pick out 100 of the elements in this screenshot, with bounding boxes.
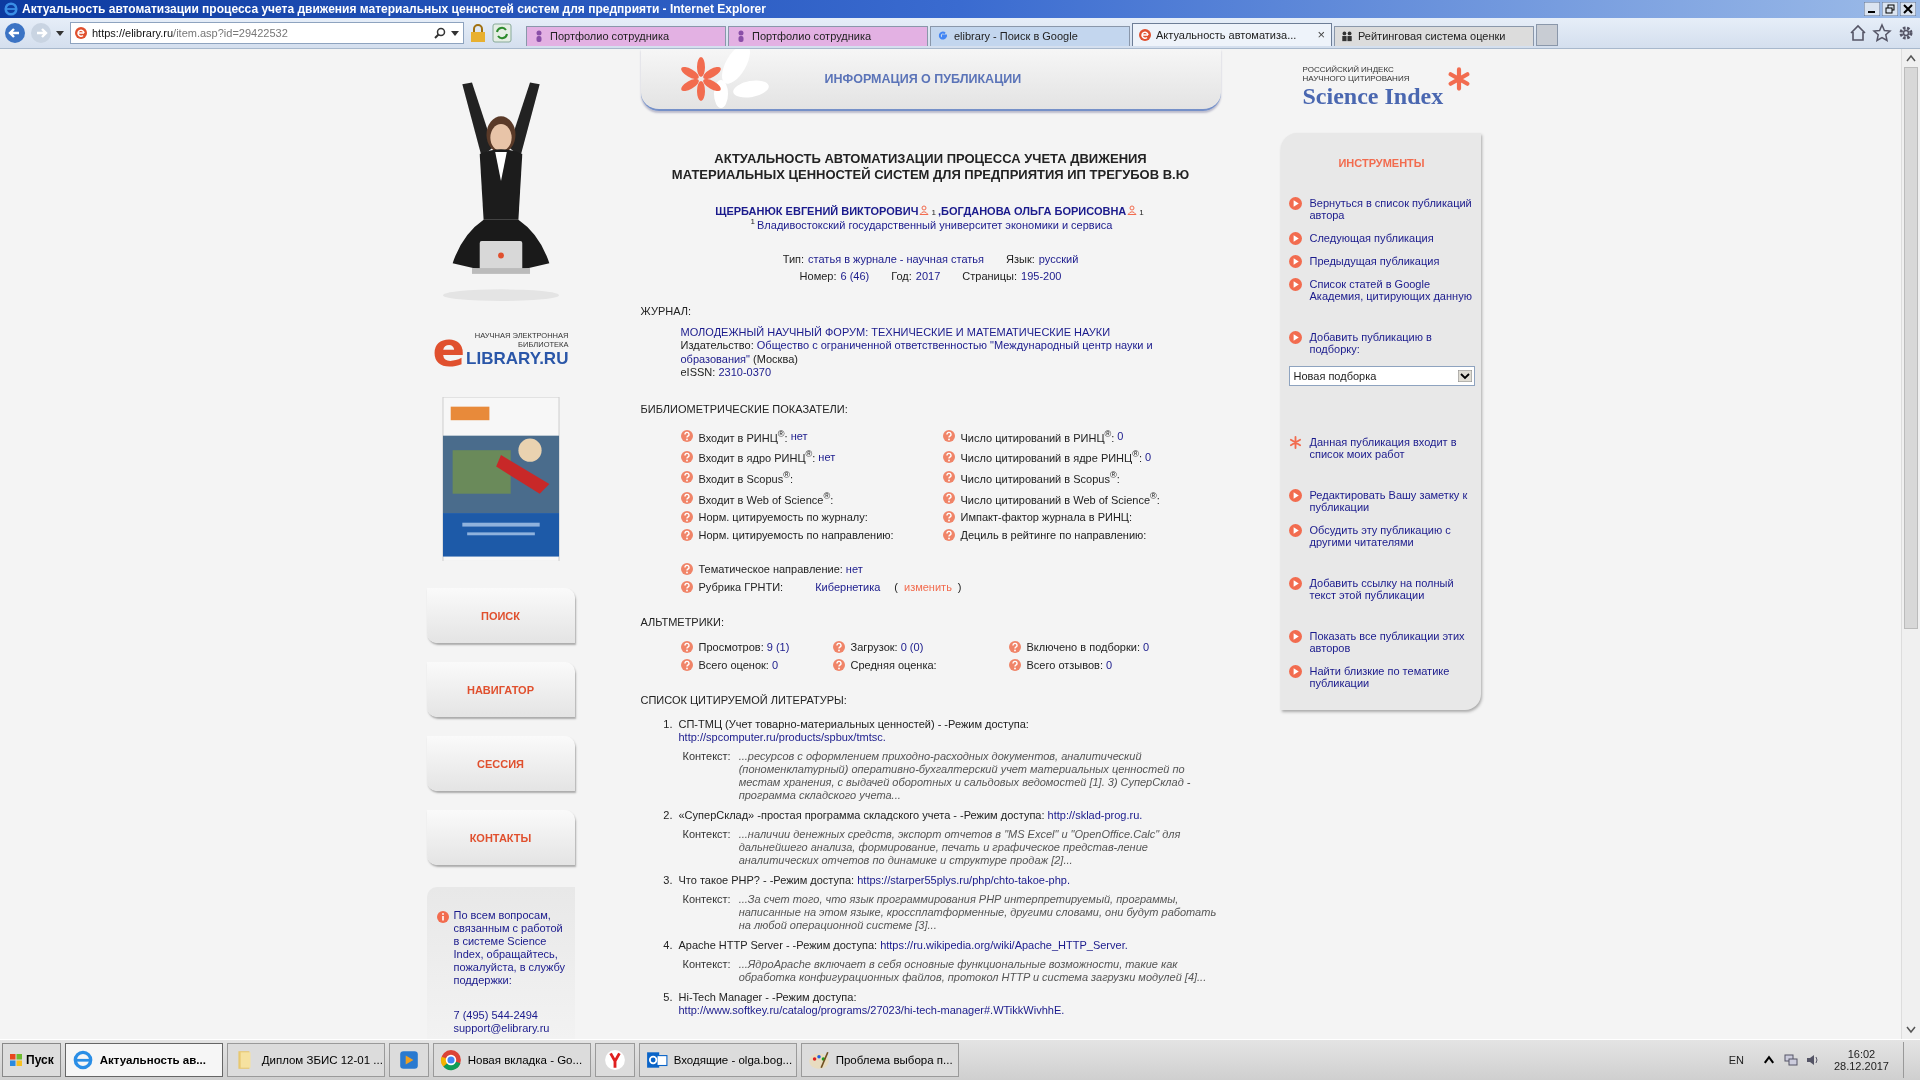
start-button[interactable]: Пуск — [2, 1043, 61, 1077]
tool-link[interactable]: Вернуться в список публикаций автора — [1309, 196, 1475, 222]
tool-link[interactable]: Данная публикация входит в список моих работ — [1309, 435, 1475, 461]
context-label: Контекст: — [682, 958, 731, 973]
help-icon[interactable] — [680, 511, 693, 524]
browser-tab[interactable]: Рейтинговая система оценки — [1334, 25, 1534, 46]
palette-icon — [807, 1049, 830, 1071]
taskbar-button[interactable] — [594, 1043, 635, 1077]
language-indicator[interactable]: EN — [1728, 1054, 1744, 1066]
refresh-icon[interactable] — [492, 22, 512, 43]
volume-icon[interactable] — [1805, 1053, 1820, 1067]
collection-select[interactable]: Новая подборка — [1288, 365, 1475, 386]
tool-link[interactable]: Добавить публикацию в подборку: — [1309, 330, 1475, 356]
paren: ( — [894, 581, 898, 594]
network-icon[interactable] — [1783, 1053, 1798, 1067]
help-icon[interactable] — [1008, 659, 1021, 672]
tool-link[interactable]: Редактировать Вашу заметку к публикации — [1309, 488, 1475, 514]
tool-link[interactable]: Найти близкие по тематике публикации — [1309, 664, 1475, 690]
meta-value: 6 (46) — [840, 269, 870, 282]
help-icon[interactable] — [942, 491, 955, 504]
dropdown-icon — [1457, 369, 1472, 382]
affiliation-mark: 1 — [750, 216, 755, 226]
help-icon[interactable] — [942, 429, 955, 442]
help-icon[interactable] — [832, 641, 845, 654]
asterisk-icon — [1288, 435, 1302, 449]
meta-label: Страницы: — [962, 269, 1018, 282]
affiliation-link[interactable]: Владивостокский государственный университет экономики и сервиса — [757, 218, 1113, 231]
search-icon[interactable] — [434, 26, 446, 39]
tool-link[interactable]: Обсудить эту публикацию с другими читателями — [1309, 523, 1475, 549]
help-icon[interactable] — [942, 529, 955, 542]
tool-link[interactable]: Следующая публикация — [1309, 231, 1434, 245]
metric-label: Входит в РИНЦ$^{®}$: — [698, 428, 788, 444]
lock-icon[interactable] — [468, 22, 488, 43]
metric-label: Дециль в рейтинге по направлению: — [960, 529, 1147, 542]
help-icon[interactable] — [680, 429, 693, 442]
taskbar-button[interactable]: Проблема выбора п... — [800, 1043, 959, 1077]
reference-link[interactable]: https://ru.wikipedia.org/wiki/Apache_HTTP_Server. — [880, 939, 1128, 952]
meta-label: Тип: — [782, 252, 805, 265]
help-icon[interactable] — [942, 450, 955, 463]
reference-link[interactable]: http://www.softkey.ru/catalog/programs/27023/hi-tech-manager#.WTikkWivhhE. — [678, 1004, 1065, 1017]
taskbar-button[interactable]: Диплом ЗБИС 12-01 ... — [226, 1043, 385, 1077]
separator: , — [937, 204, 941, 217]
tool-link[interactable]: Предыдущая публикация — [1309, 254, 1440, 268]
taskbar-button[interactable]: Входящие - olga.bog... — [638, 1043, 797, 1077]
help-icon[interactable] — [680, 491, 693, 504]
dropdown-icon[interactable] — [451, 28, 459, 37]
help-icon[interactable] — [832, 659, 845, 672]
science-index-logo[interactable]: РОССИЙСКИЙ ИНДЕКС НАУЧНОГО ЦИТИРОВАНИЯ Science Index — [1302, 64, 1473, 109]
browser-tab[interactable]: elibrary - Поиск в Google — [930, 25, 1130, 46]
help-icon[interactable] — [680, 641, 693, 654]
help-icon[interactable] — [1008, 641, 1021, 654]
scroll-down-icon[interactable] — [1906, 1026, 1916, 1035]
scroll-up-icon[interactable] — [1906, 53, 1916, 62]
help-icon[interactable] — [942, 511, 955, 524]
metric-label: Норм. цитируемость по направлению: — [698, 529, 894, 542]
phone-link[interactable]: 7 (495) 544-2494 — [453, 1009, 571, 1023]
tool-link[interactable]: Список статей в Google Академия, цитирующих данную — [1309, 277, 1475, 303]
tool-link[interactable]: Показать все публикации этих авторов — [1309, 629, 1475, 655]
browser-tab[interactable]: Портфолио сотрудника — [526, 25, 726, 46]
close-icon[interactable] — [1900, 2, 1916, 16]
browser-tab[interactable]: Портфолио сотрудника — [728, 25, 928, 46]
play-icon — [1288, 196, 1302, 210]
taskbar-button[interactable] — [388, 1043, 429, 1077]
dropdown-icon[interactable] — [56, 28, 64, 37]
minimize-icon[interactable] — [1864, 2, 1880, 16]
back-icon[interactable] — [4, 21, 26, 44]
reference-link[interactable]: https://starper55plys.ru/php/chto-takoe-php. — [857, 874, 1070, 887]
help-icon[interactable] — [680, 529, 693, 542]
help-icon[interactable] — [942, 471, 955, 484]
star-icon[interactable] — [1872, 22, 1892, 43]
browser-tab[interactable]: Актуальность автоматиза... × — [1132, 22, 1332, 46]
taskbar-button[interactable]: Новая вкладка - Go... — [432, 1043, 591, 1077]
rubric-link[interactable]: Кибернетика — [815, 581, 881, 594]
help-icon[interactable] — [680, 659, 693, 672]
new-tab-button[interactable] — [1536, 23, 1558, 46]
metric-label: Число цитирований в РИНЦ$^{®}$: — [960, 428, 1115, 444]
help-icon[interactable] — [680, 563, 693, 576]
metric-value: 0 (0) — [900, 641, 924, 654]
email-link[interactable]: support@elibrary.ru — [453, 1022, 571, 1036]
help-icon[interactable] — [680, 450, 693, 463]
site-icon — [75, 26, 87, 39]
taskbar-button[interactable]: Актуальность ав... — [64, 1043, 223, 1077]
journal-link[interactable]: МОЛОДЕЖНЫЙ НАУЧНЫЙ ФОРУМ: ТЕХНИЧЕСКИЕ И МАТЕМАТИЧЕСКИЕ НАУКИ — [680, 325, 1221, 340]
restore-icon[interactable] — [1882, 2, 1898, 16]
scrollbar[interactable] — [1901, 48, 1920, 1040]
home-icon[interactable] — [1848, 22, 1868, 43]
help-icon[interactable] — [680, 471, 693, 484]
help-icon[interactable] — [680, 581, 693, 594]
clock[interactable]: 16:02 28.12.2017 — [1833, 1048, 1889, 1072]
metric-value: 0 — [1106, 659, 1113, 672]
reference-link[interactable]: http://sklad-prog.ru. — [1047, 809, 1143, 822]
author-link[interactable]: ЩЕРБАНЮК ЕВГЕНИЙ ВИКТОРОВИЧ — [715, 204, 919, 217]
metric-label: Рубрика ГРНТИ: — [698, 581, 784, 594]
address-field[interactable]: https://elibrary.ru/item.asp?id=29422532 — [70, 21, 464, 44]
tool-link[interactable]: Добавить ссылку на полный текст этой публикации — [1309, 576, 1475, 602]
reference-link[interactable]: http://spcomputer.ru/products/spbux/tmtsc. — [678, 731, 886, 744]
close-tab-button[interactable]: × — [1317, 27, 1325, 43]
start-icon — [9, 1053, 23, 1067]
metric-value: 0 — [1117, 429, 1124, 442]
reference-text: Hi-Tech Manager - -Режим доступа: http://www.softkey.ru/catalog/programs/27023/hi-tech-manager#.WTikkWivhhE. — [678, 991, 1066, 1018]
